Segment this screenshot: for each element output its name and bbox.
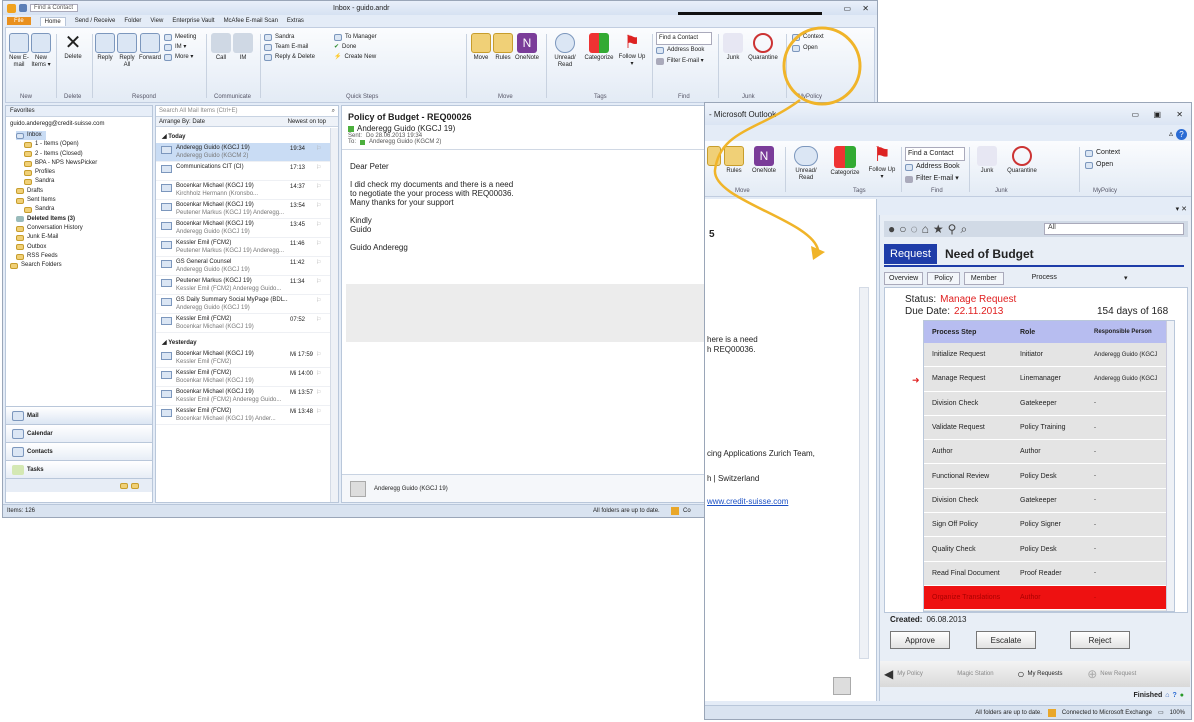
highlight-overlay (713, 26, 862, 260)
connector-arrow (713, 98, 820, 251)
highlight-circle (782, 26, 862, 106)
